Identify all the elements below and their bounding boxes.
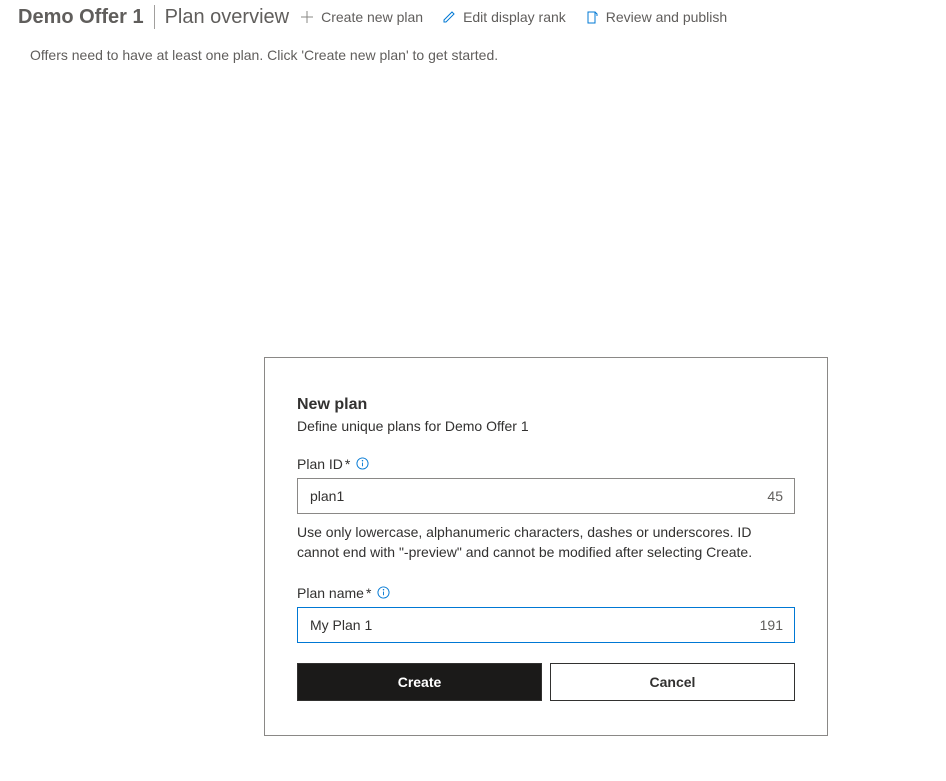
plan-id-helper: Use only lowercase, alphanumeric charact… [297, 522, 795, 563]
required-marker: * [366, 585, 371, 601]
create-new-plan-label: Create new plan [321, 9, 423, 25]
pencil-icon [441, 9, 457, 25]
plan-id-label: Plan ID * [297, 456, 795, 472]
toolbar: Create new plan Edit display rank Review… [299, 9, 727, 25]
header-divider [154, 5, 155, 29]
edit-display-rank-button[interactable]: Edit display rank [441, 9, 566, 25]
page-header: Demo Offer 1 Plan overview Create new pl… [0, 0, 946, 37]
review-and-publish-label: Review and publish [606, 9, 727, 25]
plan-name-label: Plan name * [297, 585, 795, 601]
plan-id-field: Plan ID * 45 Use only lowercase, alphanu… [297, 456, 795, 563]
plan-name-input[interactable] [297, 607, 795, 643]
required-marker: * [345, 456, 350, 472]
instruction-text: Offers need to have at least one plan. C… [0, 37, 946, 73]
plan-name-label-text: Plan name [297, 585, 364, 601]
dialog-subtitle: Define unique plans for Demo Offer 1 [297, 418, 795, 434]
create-new-plan-button[interactable]: Create new plan [299, 9, 423, 25]
review-and-publish-button[interactable]: Review and publish [584, 9, 727, 25]
plus-icon [299, 9, 315, 25]
edit-display-rank-label: Edit display rank [463, 9, 566, 25]
plan-id-label-text: Plan ID [297, 456, 343, 472]
plan-id-input[interactable] [297, 478, 795, 514]
info-icon[interactable] [377, 586, 391, 600]
offer-name: Demo Offer 1 [18, 6, 154, 29]
publish-icon [584, 9, 600, 25]
info-icon[interactable] [356, 457, 370, 471]
dialog-title: New plan [297, 396, 795, 414]
cancel-button[interactable]: Cancel [550, 663, 795, 701]
create-button[interactable]: Create [297, 663, 542, 701]
plan-name-field: Plan name * 191 [297, 585, 795, 643]
new-plan-dialog: New plan Define unique plans for Demo Of… [264, 357, 828, 736]
plan-name-input-wrap: 191 [297, 607, 795, 643]
dialog-button-row: Create Cancel [297, 663, 795, 701]
page-title: Plan overview [165, 6, 290, 29]
plan-name-char-count: 191 [760, 617, 783, 633]
plan-id-input-wrap: 45 [297, 478, 795, 514]
plan-id-char-count: 45 [767, 488, 783, 504]
